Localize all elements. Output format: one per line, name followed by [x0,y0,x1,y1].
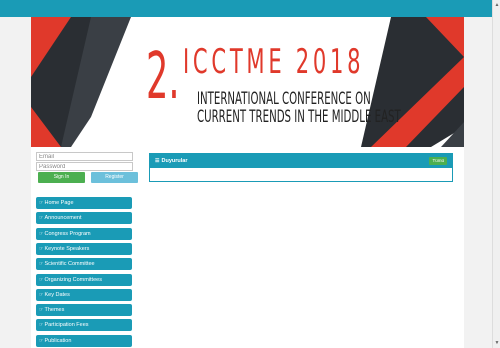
scroll-up-arrow-icon[interactable]: ▲ [493,2,500,8]
sidebar-item-label: Organizing Committees [44,276,102,283]
scroll-down-arrow-icon[interactable]: ▼ [493,340,500,346]
sidebar-item-label: Themes [44,307,65,314]
hand-pointing-icon: ☞ [39,261,44,268]
banner-subtitle-line1: INTERNATIONAL CONFERENCE ON [197,89,371,109]
banner-edition-number: 2. [146,40,180,114]
sign-in-button[interactable]: Sign In [38,172,85,183]
sidebar-item-key-dates[interactable]: ☞Key Dates [36,288,132,301]
hand-pointing-icon: ☞ [39,230,44,237]
sidebar-item-participation-fees[interactable]: ☞Participation Fees [36,319,132,332]
hand-pointing-icon: ☞ [39,276,44,283]
hand-pointing-icon: ☞ [39,322,44,329]
hand-pointing-icon: ☞ [39,291,44,298]
announcements-title: Duyurular [161,158,188,164]
top-bar [0,0,492,17]
page-container: 2. ICCTME 2018 INTERNATIONAL CONFERENCE … [31,17,464,348]
announcements-title-wrap: ☰ Duyurular [155,154,187,168]
sidebar-item-scientific-committee[interactable]: ☞Scientific Committee [36,258,132,271]
sidebar-item-label: Home Page [44,200,74,206]
page-scrollbar[interactable]: ▲ ▼ [492,0,500,348]
sidebar-item-label: Scientific Committee [44,261,95,268]
hand-pointing-icon: ☞ [39,215,44,222]
sidebar-item-home-page[interactable]: ☞Home Page [36,197,132,209]
announcements-panel: ☰ Duyurular Tümü [149,153,453,182]
sidebar-item-label: Announcement [44,215,82,222]
banner-subtitle-line2: CURRENT TRENDS IN THE MIDDLE EAST [197,107,401,127]
sidebar-item-label: Participation Fees [44,322,89,329]
banner-title: ICCTME 2018 [183,42,365,82]
sidebar-item-organizing-committees[interactable]: ☞Organizing Committees [36,273,132,286]
sidebar-item-label: Keynote Speakers [44,245,90,252]
list-icon: ☰ [155,158,160,164]
sidebar-item-label: Publication [44,337,72,344]
password-field[interactable] [36,162,133,171]
email-field[interactable] [36,152,133,161]
hand-pointing-icon: ☞ [39,337,44,344]
sidebar-item-congress-program[interactable]: ☞Congress Program [36,227,132,240]
hand-pointing-icon: ☞ [39,200,44,206]
sidebar-item-label: Congress Program [44,230,91,237]
sidebar-item-keynote-speakers[interactable]: ☞Keynote Speakers [36,242,132,255]
login-form: Sign In Register [36,152,138,183]
conference-banner: 2. ICCTME 2018 INTERNATIONAL CONFERENCE … [31,17,464,147]
hand-pointing-icon: ☞ [39,307,44,314]
announcements-panel-header: ☰ Duyurular Tümü [150,154,452,168]
banner-graphic [31,17,464,147]
hand-pointing-icon: ☞ [39,245,44,252]
sidebar-item-publication[interactable]: ☞Publication [36,334,132,347]
sidebar-item-label: Key Dates [44,291,70,298]
view-all-button[interactable]: Tümü [429,157,447,165]
sidebar-item-themes[interactable]: ☞Themes [36,304,132,317]
register-button[interactable]: Register [91,172,138,183]
sidebar-item-announcement[interactable]: ☞Announcement [36,212,132,225]
